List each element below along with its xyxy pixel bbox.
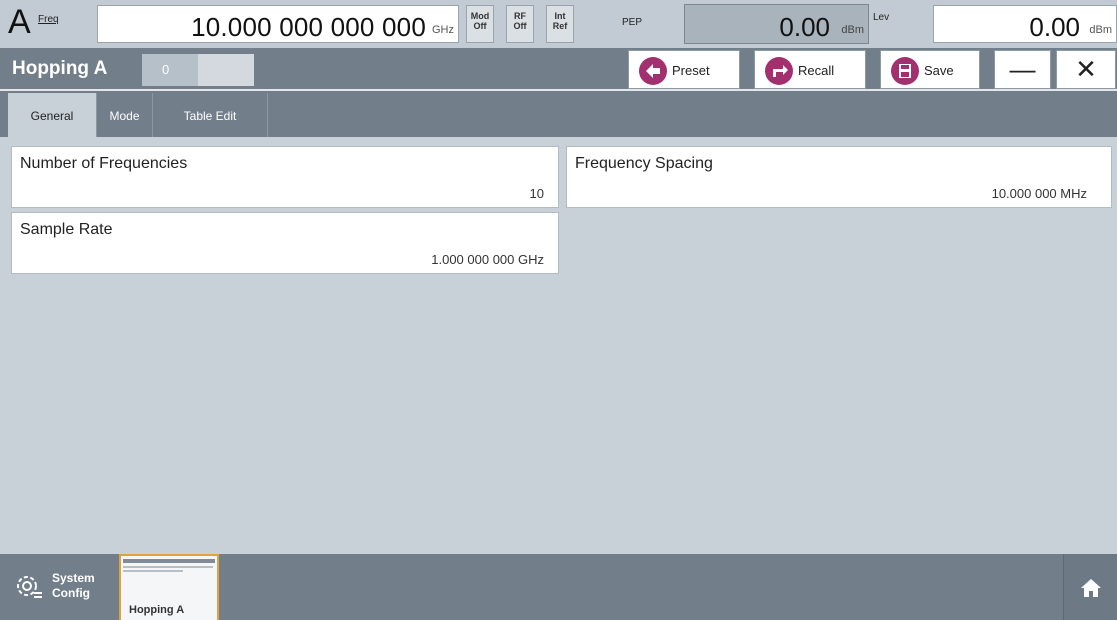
field-label: Sample Rate [20, 221, 113, 238]
thumbnail-line [123, 566, 213, 568]
number-of-frequencies-field[interactable]: Number of Frequencies 10 [11, 146, 559, 208]
channel-indicator: A [8, 3, 31, 41]
frequency-field[interactable]: 10.000 000 000 000 GHz [97, 5, 459, 43]
status-bar: A Freq 10.000 000 000 000 GHz Mod Off RF O… [0, 0, 1117, 48]
index-spinner[interactable] [198, 54, 254, 86]
pep-unit: dBm [841, 24, 864, 36]
system-config-label: System Config [52, 571, 95, 600]
recall-icon [765, 57, 793, 85]
frequency-unit: GHz [432, 24, 454, 36]
tab-bar: General Mode Table Edit [0, 91, 1117, 137]
level-value: 0.00 [1029, 12, 1080, 42]
gear-icon [14, 571, 44, 601]
save-icon [891, 57, 919, 85]
taskbar: System Config Hopping A [0, 554, 1117, 620]
thumbnail-label: Hopping A [129, 604, 185, 616]
pep-value: 0.00 [779, 12, 830, 42]
thumbnail-line [123, 570, 183, 572]
field-label: Frequency Spacing [575, 155, 713, 172]
tab-table-edit[interactable]: Table Edit [152, 93, 268, 137]
recall-label: Recall [798, 63, 835, 78]
field-label: Number of Frequencies [20, 155, 188, 172]
minimize-button[interactable]: — [994, 50, 1051, 89]
preset-icon [639, 57, 667, 85]
pep-label: PEP [622, 17, 643, 28]
index-field[interactable]: 0 [142, 54, 198, 86]
freq-label[interactable]: Freq [38, 14, 59, 25]
general-panel: Number of Frequencies 10 Frequency Spaci… [0, 137, 1117, 554]
sample-rate-field[interactable]: Sample Rate 1.000 000 000 GHz [11, 212, 559, 274]
mod-state-button[interactable]: Mod Off [466, 5, 494, 43]
level-unit: dBm [1089, 24, 1112, 36]
tab-mode[interactable]: Mode [96, 93, 152, 137]
pep-display: 0.00 dBm [684, 4, 869, 44]
rf-state-button[interactable]: RF Off [506, 5, 534, 43]
frequency-spacing-field[interactable]: Frequency Spacing 10.000 000 MHz [566, 146, 1112, 208]
level-label: Lev [873, 12, 890, 23]
house-icon [1079, 573, 1103, 600]
dialog-title-bar: Hopping A 0 Preset Recall Save — ✕ [0, 48, 1117, 91]
ref-state-button[interactable]: Int Ref [546, 5, 574, 43]
preset-label: Preset [672, 63, 710, 78]
thumbnail-titlebar [123, 559, 215, 563]
level-field[interactable]: 0.00 dBm [933, 5, 1117, 43]
field-value: 10.000 000 MHz [991, 186, 1087, 201]
dialog-title: Hopping A [12, 58, 108, 79]
system-config-button[interactable]: System Config [8, 554, 120, 620]
field-value: 10 [529, 186, 544, 201]
frequency-value: 10.000 000 000 000 [191, 12, 426, 42]
tab-general[interactable]: General [8, 93, 96, 137]
window-thumbnail-hopping-a[interactable]: Hopping A [119, 554, 219, 620]
save-button[interactable]: Save [880, 50, 980, 89]
save-label: Save [924, 63, 954, 78]
field-value: 1.000 000 000 GHz [431, 252, 544, 267]
preset-button[interactable]: Preset [628, 50, 740, 89]
home-button[interactable] [1063, 554, 1117, 620]
close-button[interactable]: ✕ [1056, 50, 1116, 89]
recall-button[interactable]: Recall [754, 50, 866, 89]
